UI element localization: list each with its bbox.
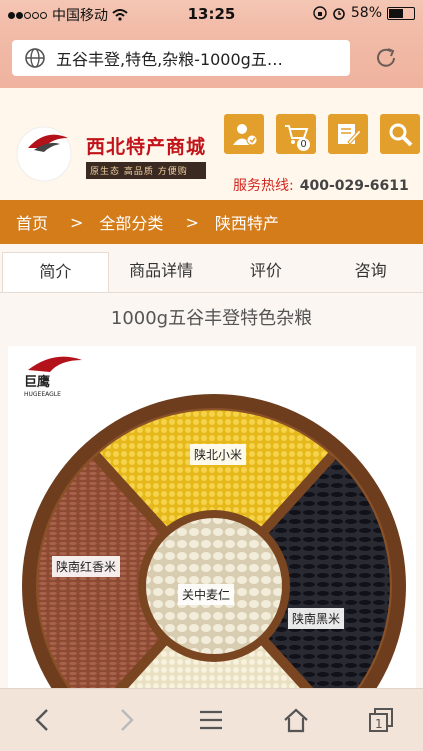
breadcrumb-separator: > bbox=[185, 212, 199, 232]
brand-slogan: 原生态 高品质 方便购 bbox=[86, 162, 206, 179]
menu-icon bbox=[200, 710, 223, 730]
tabs-icon: 1 bbox=[368, 708, 393, 732]
brand-block: 西北特产商城 原生态 高品质 方便购 bbox=[86, 132, 206, 179]
header-icons: 0 bbox=[224, 114, 420, 154]
label-wheat-kernel: 关中麦仁 bbox=[178, 584, 235, 605]
svg-text:1: 1 bbox=[375, 717, 383, 731]
tab-details[interactable]: 商品详情 bbox=[109, 252, 214, 292]
search-icon[interactable] bbox=[380, 114, 420, 154]
tab-intro[interactable]: 简介 bbox=[2, 252, 109, 292]
brand-watermark-logo: 巨鹰 HUGEEAGLE bbox=[24, 356, 82, 398]
user-icon[interactable] bbox=[224, 114, 264, 154]
label-red-rice: 陕南红香米 bbox=[52, 556, 121, 577]
watermark-logo-sub: HUGEEAGLE bbox=[24, 391, 61, 398]
home-button[interactable] bbox=[254, 707, 339, 733]
rotation-lock-icon bbox=[313, 6, 327, 20]
product-title: 1000g五谷丰登特色杂粮 bbox=[110, 308, 313, 329]
tab-reviews[interactable]: 评价 bbox=[214, 252, 319, 292]
product-image: 巨鹰 HUGEEAGLE 陕北小米 陕南红香米 关中麦仁 陕南黑米 bbox=[8, 346, 416, 688]
menu-button[interactable] bbox=[169, 709, 254, 731]
back-button[interactable] bbox=[0, 707, 85, 733]
label-black-rice: 陕南黑米 bbox=[288, 608, 345, 629]
forward-button[interactable] bbox=[85, 707, 170, 733]
breadcrumb-current[interactable]: 陕西特产 bbox=[215, 210, 279, 234]
address-bar[interactable]: 五谷丰登,特色,杂粮-1000g五… bbox=[12, 40, 350, 76]
watermark-logo-text: 巨鹰 bbox=[24, 374, 50, 390]
cart-count-badge: 0 bbox=[297, 138, 310, 151]
battery-percent: 58% bbox=[350, 5, 382, 21]
home-icon bbox=[284, 708, 308, 733]
chevron-right-icon bbox=[121, 709, 134, 731]
status-bar: 中国移动 13:25 58% bbox=[0, 0, 423, 28]
globe-icon bbox=[25, 48, 45, 68]
grain-bowl-illustration: 巨鹰 HUGEEAGLE bbox=[22, 356, 406, 688]
site-logo[interactable] bbox=[14, 126, 74, 182]
breadcrumb: 首页 > 全部分类 > 陕西特产 bbox=[0, 200, 423, 244]
edit-icon[interactable] bbox=[328, 114, 368, 154]
chevron-left-icon bbox=[35, 709, 49, 731]
alarm-icon bbox=[333, 8, 345, 20]
tab-inquiry[interactable]: 咨询 bbox=[318, 252, 423, 292]
battery-icon bbox=[387, 6, 415, 20]
breadcrumb-separator: > bbox=[70, 212, 84, 232]
service-hotline: 服务热线: 400-029-6611 bbox=[233, 175, 409, 195]
tabs-button[interactable]: 1 bbox=[338, 707, 423, 733]
cart-icon[interactable]: 0 bbox=[276, 114, 316, 154]
hotline-label: 服务热线: bbox=[233, 178, 294, 194]
brand-name: 西北特产商城 bbox=[86, 136, 207, 158]
browser-bottom-toolbar: 1 bbox=[0, 688, 423, 751]
reload-icon[interactable] bbox=[372, 44, 400, 72]
label-millet: 陕北小米 bbox=[190, 444, 247, 465]
product-tabs: 简介 商品详情 评价 咨询 bbox=[0, 252, 423, 293]
breadcrumb-home[interactable]: 首页 bbox=[16, 210, 48, 234]
address-text: 五谷丰登,特色,杂粮-1000g五… bbox=[56, 50, 283, 69]
browser-toolbar: 五谷丰登,特色,杂粮-1000g五… bbox=[0, 28, 423, 88]
hotline-number[interactable]: 400-029-6611 bbox=[300, 178, 409, 194]
breadcrumb-category[interactable]: 全部分类 bbox=[99, 210, 163, 234]
